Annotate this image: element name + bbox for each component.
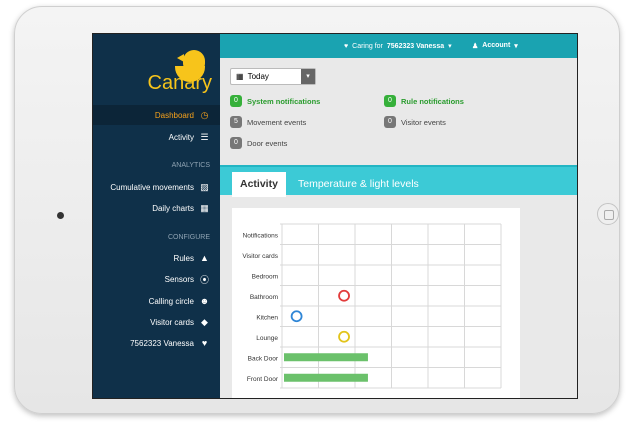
count-badge: 0 bbox=[230, 95, 242, 107]
activity-chart: Notifications Visitor cards Bedroom Bathroo… bbox=[242, 223, 502, 389]
account-menu[interactable]: ♟ Account ▾ bbox=[472, 42, 518, 50]
people-icon: ☻ bbox=[199, 296, 210, 306]
sidebar-item-daily-charts[interactable]: Daily charts ▦ bbox=[93, 198, 220, 218]
activity-bars-icon: ☰ bbox=[200, 131, 209, 142]
count-badge: 0 bbox=[384, 116, 396, 128]
date-select-value: Today bbox=[247, 72, 269, 81]
user-icon: ♟ bbox=[472, 43, 479, 50]
sensor-icon: ⦿ bbox=[199, 274, 209, 285]
stat-label: Visitor events bbox=[401, 117, 446, 127]
stat-label: Rule notifications bbox=[401, 96, 464, 106]
home-button[interactable] bbox=[597, 203, 619, 225]
row-label: Front Door bbox=[247, 376, 279, 383]
sidebar-item-calling-circle[interactable]: Calling circle ☻ bbox=[93, 291, 220, 311]
sidebar-item-label: Daily charts bbox=[152, 203, 194, 213]
app-screen: Canary Dashboard ◷ Activity ☰ ANALYTICS … bbox=[92, 33, 578, 399]
tab-activity[interactable]: Activity bbox=[232, 172, 286, 197]
caring-prefix: Caring for bbox=[352, 42, 383, 50]
row-label: Lounge bbox=[256, 335, 278, 342]
sidebar-item-label: Calling circle bbox=[148, 296, 194, 306]
canary-bird-icon bbox=[175, 50, 205, 82]
sidebar-item-dashboard[interactable]: Dashboard ◷ bbox=[93, 105, 220, 125]
sidebar: Canary Dashboard ◷ Activity ☰ ANALYTICS … bbox=[93, 34, 220, 398]
stat-rule-notifications[interactable]: 0 Rule notifications bbox=[384, 95, 464, 107]
main-content: ▦ Today ▾ 0 System notifications 0 Rule … bbox=[220, 58, 577, 398]
account-label: Account bbox=[482, 42, 511, 49]
movement-marker bbox=[290, 310, 303, 323]
sidebar-item-rules[interactable]: Rules ▲ bbox=[93, 248, 220, 268]
sidebar-item-label: 7562323 Vanessa bbox=[130, 338, 194, 348]
sidebar-item-cumulative-movements[interactable]: Cumulative movements ▨ bbox=[93, 177, 220, 197]
section-heading-configure: CONFIGURE bbox=[168, 234, 210, 241]
row-label: Visitor cards bbox=[242, 253, 278, 260]
stat-door-events[interactable]: 0 Door events bbox=[230, 137, 287, 149]
sidebar-item-profile[interactable]: 7562323 Vanessa ♥ bbox=[93, 333, 220, 353]
caring-name: 7562323 Vanessa bbox=[386, 42, 445, 50]
sidebar-item-label: Visitor cards bbox=[150, 317, 194, 327]
movement-marker bbox=[338, 330, 350, 343]
sidebar-item-label: Dashboard bbox=[154, 110, 194, 120]
calendar-icon: ▦ bbox=[200, 202, 209, 213]
logo-text: Canary bbox=[147, 72, 212, 94]
row-label: Bedroom bbox=[252, 273, 278, 280]
stat-label: Door events bbox=[247, 138, 288, 148]
tags-icon: ◆ bbox=[201, 316, 208, 327]
bell-icon: ▲ bbox=[200, 253, 209, 263]
stat-movement-events[interactable]: 5 Movement events bbox=[230, 116, 306, 128]
stat-system-notifications[interactable]: 0 System notifications bbox=[230, 95, 320, 107]
heart-icon: ♥ bbox=[201, 338, 208, 348]
sidebar-item-label: Activity bbox=[168, 132, 194, 142]
row-label: Kitchen bbox=[256, 314, 278, 321]
door-event-bar bbox=[284, 373, 368, 382]
date-select[interactable]: ▦ Today ▾ bbox=[230, 68, 316, 85]
sidebar-item-activity[interactable]: Activity ☰ bbox=[93, 127, 220, 147]
camera-dot bbox=[57, 212, 64, 219]
sidebar-item-label: Rules bbox=[173, 253, 194, 263]
door-event-bar bbox=[284, 353, 368, 362]
date-select-value-wrap: ▦ Today bbox=[231, 72, 301, 81]
sidebar-item-label: Sensors bbox=[164, 274, 194, 284]
sidebar-item-visitor-cards[interactable]: Visitor cards ◆ bbox=[93, 312, 220, 332]
count-badge: 0 bbox=[230, 137, 242, 149]
sidebar-item-sensors[interactable]: Sensors ⦿ bbox=[93, 269, 220, 289]
calendar-icon: ▦ bbox=[236, 72, 244, 81]
stat-label: Movement events bbox=[247, 117, 307, 127]
row-label: Back Door bbox=[248, 355, 279, 362]
tab-temperature-light[interactable]: Temperature & light levels bbox=[290, 172, 427, 197]
movement-marker bbox=[338, 289, 350, 302]
dashboard-icon: ◷ bbox=[200, 109, 209, 120]
chevron-down-icon: ▾ bbox=[448, 43, 452, 50]
sidebar-item-label: Cumulative movements bbox=[110, 182, 194, 192]
count-badge: 5 bbox=[230, 116, 242, 128]
row-label: Bathroom bbox=[250, 294, 278, 301]
heart-icon: ♥ bbox=[344, 42, 349, 50]
logo: Canary bbox=[93, 40, 220, 100]
row-label: Notifications bbox=[243, 232, 279, 239]
tabs-bar: Activity Temperature & light levels bbox=[220, 165, 577, 197]
caring-for-menu[interactable]: ♥ Caring for 7562323 Vanessa ▾ bbox=[344, 42, 452, 51]
stat-visitor-events[interactable]: 0 Visitor events bbox=[384, 116, 446, 128]
stat-label: System notifications bbox=[247, 96, 321, 106]
line-chart-icon: ▨ bbox=[200, 181, 209, 192]
top-bar: ♥ Caring for 7562323 Vanessa ▾ ♟ Account… bbox=[220, 34, 577, 58]
chevron-down-icon[interactable]: ▾ bbox=[301, 69, 315, 84]
tablet-frame: Canary Dashboard ◷ Activity ☰ ANALYTICS … bbox=[14, 6, 620, 414]
section-heading-analytics: ANALYTICS bbox=[171, 162, 210, 169]
count-badge: 0 bbox=[384, 95, 396, 107]
activity-chart-card: Notifications Visitor cards Bedroom Bathroo… bbox=[232, 208, 520, 398]
chevron-down-icon: ▾ bbox=[514, 43, 518, 50]
